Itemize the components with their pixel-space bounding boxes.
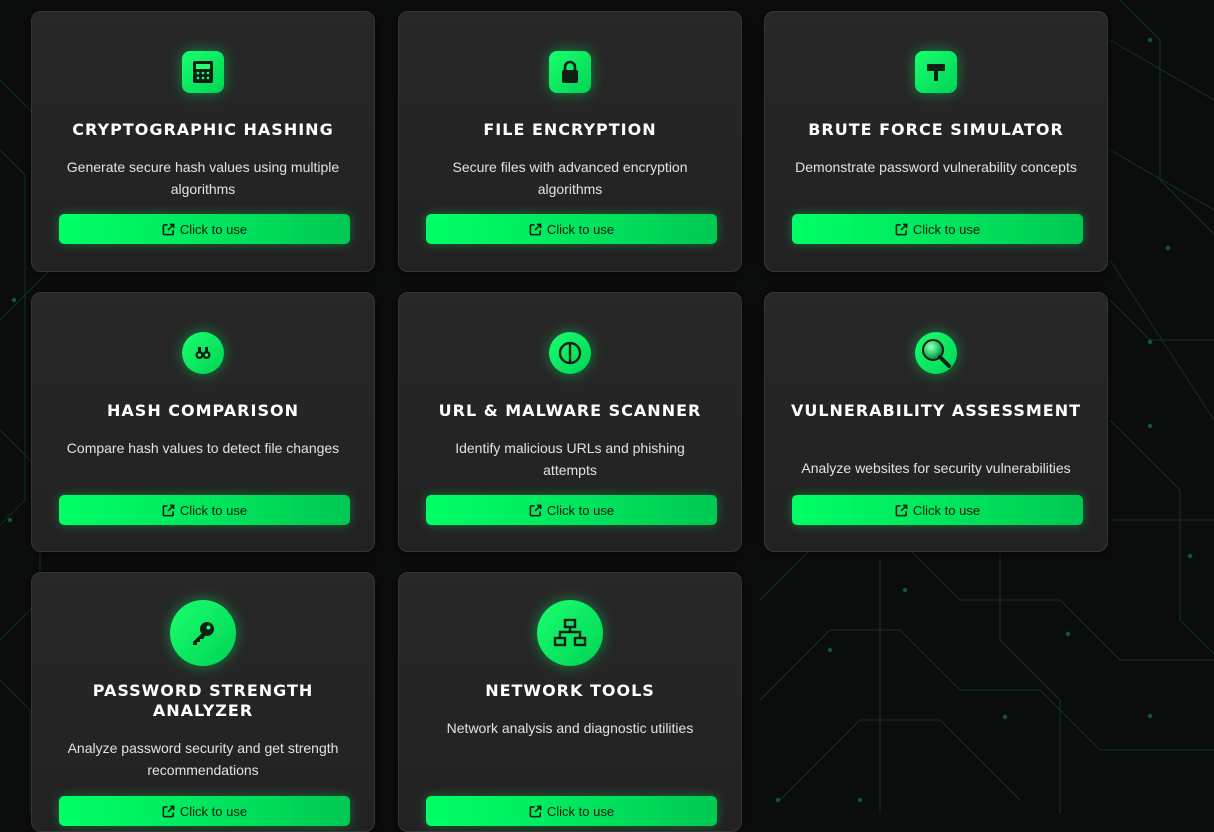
tool-title: PASSWORD STRENGTH ANALYZER [92,681,314,720]
button-label: Click to use [912,221,981,237]
tool-description: Analyze password security and get streng… [67,740,339,778]
tool-title: CRYPTOGRAPHIC HASHING [72,120,334,139]
button-label: Click to use [179,502,248,518]
shield-icon [549,332,591,374]
tool-card-url-malware-scanner: URL & MALWARE SCANNER Identify malicious… [398,292,742,552]
tool-card-network-tools: NETWORK TOOLS Network analysis and diagn… [398,572,742,832]
click-to-use-button[interactable]: Click to use [59,214,350,244]
external-link-icon [162,805,175,817]
button-label: Click to use [546,502,615,518]
tools-grid: CRYPTOGRAPHIC HASHING Generate secure ha… [0,0,1214,832]
external-link-icon [529,805,542,817]
tool-card-brute-force-simulator: BRUTE FORCE SIMULATOR Demonstrate passwo… [764,11,1108,272]
tool-title: URL & MALWARE SCANNER [438,401,702,420]
tool-title: BRUTE FORCE SIMULATOR [808,120,1064,139]
click-to-use-button[interactable]: Click to use [426,796,717,826]
external-link-icon [162,504,175,516]
hammer-icon [915,51,957,93]
tool-description: Generate secure hash values using multip… [66,159,340,197]
tool-card-vulnerability-assessment: VULNERABILITY ASSESSMENT Analyze website… [764,292,1108,552]
external-link-icon [529,504,542,516]
click-to-use-button[interactable]: Click to use [59,495,350,525]
tool-description: Demonstrate password vulnerability conce… [795,159,1077,175]
compare-icon [182,332,224,374]
external-link-icon [895,504,908,516]
tool-card-hash-comparison: HASH COMPARISON Compare hash values to d… [31,292,375,552]
click-to-use-button[interactable]: Click to use [792,214,1083,244]
calculator-icon [182,51,224,93]
tool-card-file-encryption: FILE ENCRYPTION Secure files with advanc… [398,11,742,272]
tool-title: HASH COMPARISON [107,401,299,420]
click-to-use-button[interactable]: Click to use [426,495,717,525]
button-label: Click to use [179,221,248,237]
tool-title: VULNERABILITY ASSESSMENT [790,401,1082,420]
tool-description: Network analysis and diagnostic utilitie… [446,720,694,736]
tool-card-password-strength-analyzer: PASSWORD STRENGTH ANALYZER Analyze passw… [31,572,375,832]
external-link-icon [895,223,908,235]
tool-description: Identify malicious URLs and phishing att… [455,440,685,478]
button-label: Click to use [912,502,981,518]
click-to-use-button[interactable]: Click to use [426,214,717,244]
tool-card-cryptographic-hashing: CRYPTOGRAPHIC HASHING Generate secure ha… [31,11,375,272]
click-to-use-button[interactable]: Click to use [792,495,1083,525]
tool-description: Secure files with advanced encryption al… [452,159,688,197]
tool-description: Analyze websites for security vulnerabil… [801,460,1071,476]
button-label: Click to use [546,803,615,819]
tool-title: NETWORK TOOLS [485,681,655,700]
button-label: Click to use [546,221,615,237]
magnifier-icon [915,332,957,374]
external-link-icon [529,223,542,235]
key-icon [170,600,236,666]
network-icon [537,600,603,666]
button-label: Click to use [179,803,248,819]
tool-title: FILE ENCRYPTION [483,120,657,139]
tool-description: Compare hash values to detect file chang… [66,440,340,456]
lock-icon [549,51,591,93]
click-to-use-button[interactable]: Click to use [59,796,350,826]
external-link-icon [162,223,175,235]
